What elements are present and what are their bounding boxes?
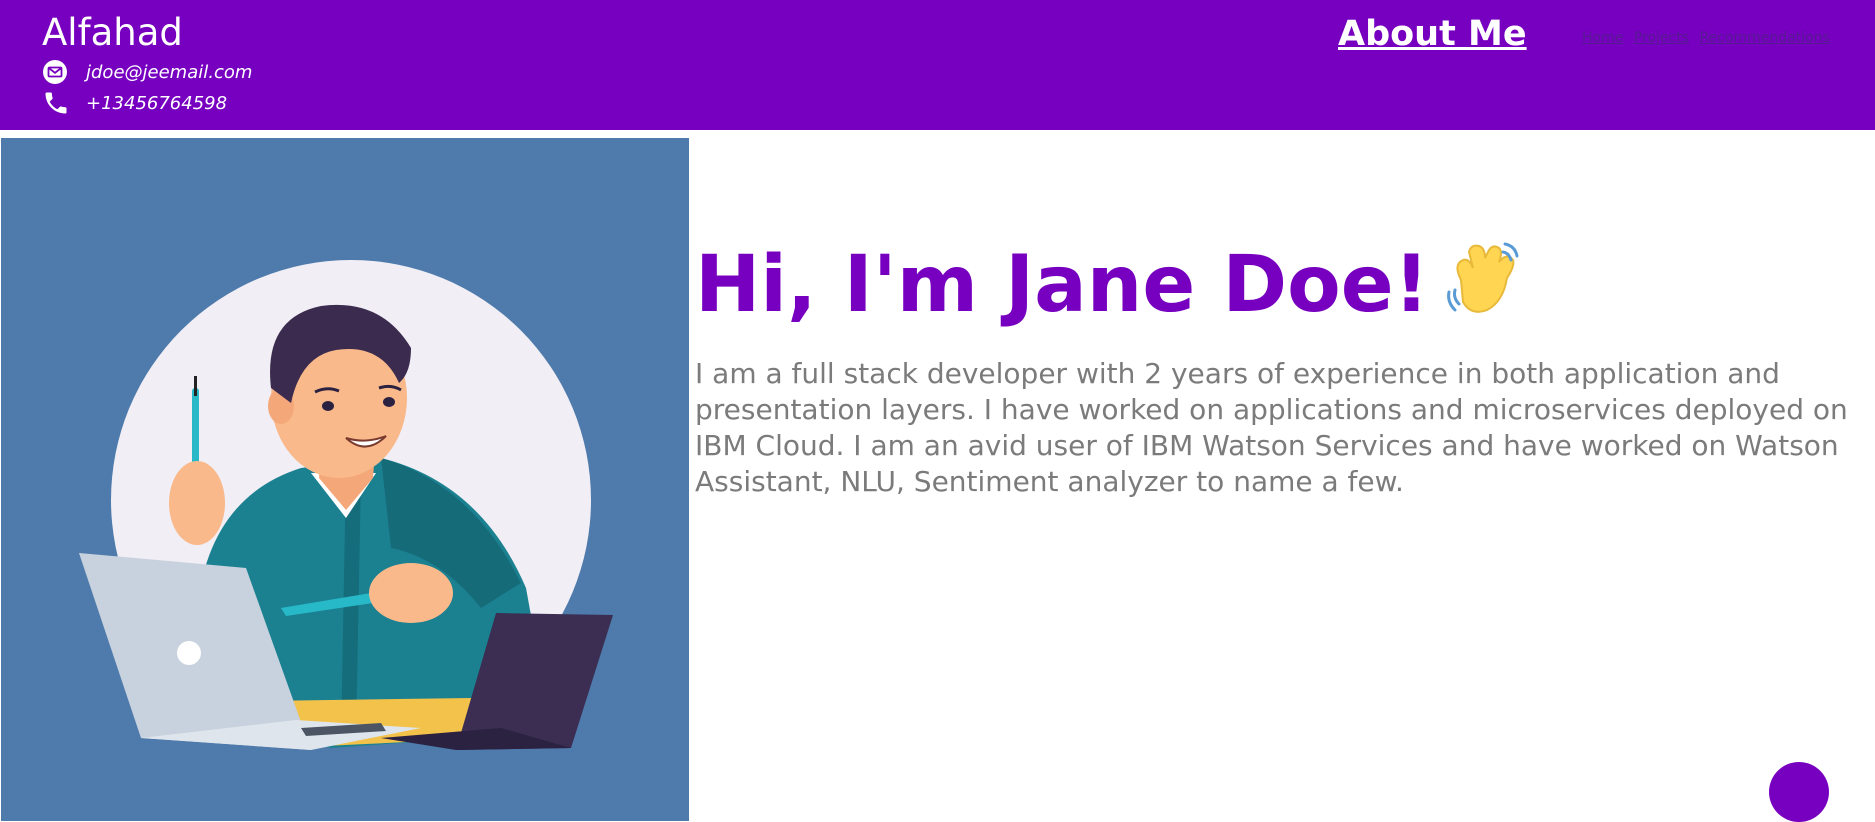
hero-greeting: Hi, I'm Jane Doe! [695,240,1521,339]
nav-link-projects[interactable]: Projects [1634,30,1689,46]
nav-link-recommendations[interactable]: Recommendations [1699,30,1829,46]
mail-icon [42,58,72,86]
floating-action-button[interactable] [1769,762,1829,822]
brand-name: Alfahad [42,11,183,54]
nav-link-home[interactable]: Home [1582,30,1623,46]
phone-icon [42,89,72,117]
nav-links: Home Projects Recommendations [1582,30,1875,46]
greeting-text: Hi, I'm Jane Doe! [695,240,1430,330]
contact-email: jdoe@jeemail.com [42,58,252,86]
contact-phone: +13456764598 [42,89,227,117]
site-header: Alfahad jdoe@jeemail.com +13456764598 Ab… [0,0,1875,130]
phone-text[interactable]: +13456764598 [86,93,227,114]
developer-illustration [1,138,689,821]
email-text[interactable]: jdoe@jeemail.com [86,62,252,83]
bio-paragraph: I am a full stack developer with 2 years… [695,357,1848,498]
nav-about-me[interactable]: About Me [1338,14,1527,54]
waving-hand-icon [1443,240,1521,339]
